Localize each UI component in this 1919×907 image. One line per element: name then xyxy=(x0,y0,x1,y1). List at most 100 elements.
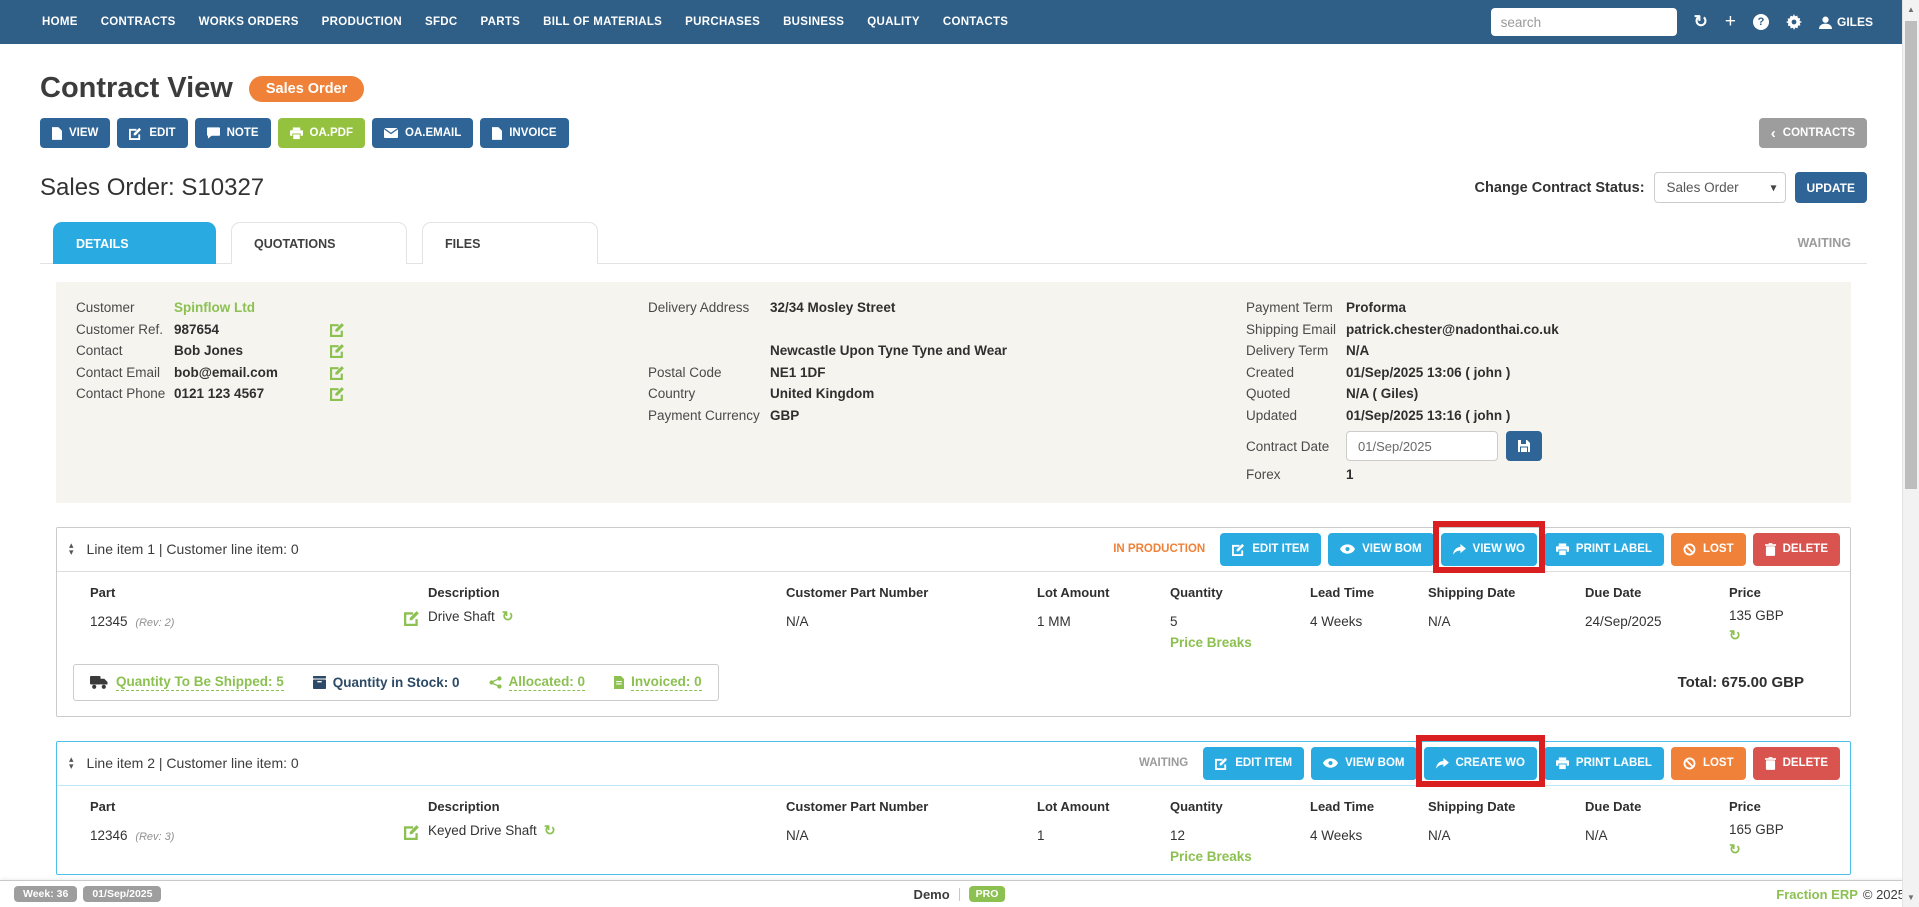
footer-divider xyxy=(959,888,960,901)
view-bom-button[interactable]: VIEW BOM xyxy=(1328,533,1433,566)
delete-button[interactable]: DELETE xyxy=(1753,747,1840,780)
help-icon[interactable]: ? xyxy=(1753,14,1769,30)
settings-gear-icon[interactable] xyxy=(1786,14,1802,30)
col-header-lead-time: Lead Time xyxy=(1310,585,1428,600)
save-contract-date-button[interactable] xyxy=(1506,431,1542,461)
order-details-panel: Customer Spinflow Ltd Customer Ref. 9876… xyxy=(56,282,1851,503)
sync-description-icon[interactable]: ↻ xyxy=(502,608,514,625)
col-header-quantity: Quantity xyxy=(1170,799,1310,814)
scrollbar-thumb[interactable] xyxy=(1905,21,1917,489)
shipping-date-value: N/A xyxy=(1428,614,1585,629)
nav-contracts[interactable]: CONTRACTS xyxy=(101,16,176,28)
edit-part-icon[interactable] xyxy=(404,824,428,840)
price-breaks-link[interactable]: Price Breaks xyxy=(1170,635,1252,650)
nav-works-orders[interactable]: WORKS ORDERS xyxy=(199,16,299,28)
edit-button[interactable]: EDIT xyxy=(117,118,187,148)
contact-phone-value: 0121 123 4567 xyxy=(174,386,326,401)
scroll-down-arrow-icon[interactable]: ▼ xyxy=(1903,893,1919,902)
create-wo-button[interactable]: CREATE WO xyxy=(1424,747,1537,780)
allocated-share-icon xyxy=(489,676,502,689)
order-heading: Sales Order: S10327 xyxy=(40,174,264,202)
quoted-label: Quoted xyxy=(1246,386,1346,401)
contract-status-select[interactable]: Sales Order xyxy=(1654,172,1786,203)
sync-description-icon[interactable]: ↻ xyxy=(544,822,556,839)
oa-pdf-button[interactable]: OA.PDF xyxy=(278,118,365,148)
nav-purchases[interactable]: PURCHASES xyxy=(685,16,760,28)
navbar-right: ↻ + ? GILES xyxy=(1491,8,1873,36)
update-status-button[interactable]: UPDATE xyxy=(1795,172,1867,203)
contract-toolbar: VIEW EDIT NOTE OA.PDF OA.EMAIL INVOICE ‹… xyxy=(40,118,1867,148)
chat-bubble-icon xyxy=(207,127,220,139)
country-value: United Kingdom xyxy=(770,386,874,401)
contract-date-input[interactable] xyxy=(1346,431,1498,461)
sync-price-icon[interactable]: ↻ xyxy=(1729,841,1838,858)
nav-contacts[interactable]: CONTACTS xyxy=(943,16,1008,28)
nav-sfdc[interactable]: SFDC xyxy=(425,16,458,28)
nav-quality[interactable]: QUALITY xyxy=(867,16,920,28)
contact-email-label: Contact Email xyxy=(76,365,174,380)
change-contract-status: Change Contract Status: Sales Order ▾ UP… xyxy=(1475,172,1867,203)
edit-contact-phone-icon[interactable] xyxy=(330,386,345,401)
nav-bill-of-materials[interactable]: BILL OF MATERIALS xyxy=(543,16,662,28)
part-number: 12346 (Rev: 3) xyxy=(90,828,400,843)
user-name: GILES xyxy=(1837,15,1873,29)
allocated-link[interactable]: Allocated: 0 xyxy=(509,674,586,691)
invoice-file-icon xyxy=(614,676,624,689)
nav-home[interactable]: HOME xyxy=(42,16,78,28)
back-to-contracts-button[interactable]: ‹ CONTRACTS xyxy=(1759,118,1867,148)
tab-quotations[interactable]: QUOTATIONS xyxy=(231,222,407,264)
add-icon[interactable]: + xyxy=(1725,11,1736,33)
edit-contact-icon[interactable] xyxy=(330,343,345,358)
postal-code-label: Postal Code xyxy=(648,365,770,380)
date-badge: 01/Sep/2025 xyxy=(83,886,161,902)
oa-email-button[interactable]: OA.EMAIL xyxy=(372,118,473,148)
print-label-button[interactable]: PRINT LABEL xyxy=(1544,747,1664,780)
print-label-button[interactable]: PRINT LABEL xyxy=(1544,533,1664,566)
drag-sort-handle-icon[interactable]: ▴ ▾ xyxy=(69,756,74,770)
refresh-icon[interactable]: ↻ xyxy=(1694,12,1708,32)
nav-business[interactable]: BUSINESS xyxy=(783,16,844,28)
drag-sort-handle-icon[interactable]: ▴ ▾ xyxy=(69,542,74,556)
delete-button[interactable]: DELETE xyxy=(1753,533,1840,566)
view-bom-button[interactable]: VIEW BOM xyxy=(1311,747,1416,780)
postal-code-value: NE1 1DF xyxy=(770,365,826,380)
brand-name: Fraction ERP xyxy=(1776,887,1858,902)
top-navbar: HOME CONTRACTS WORKS ORDERS PRODUCTION S… xyxy=(0,0,1919,44)
customer-link[interactable]: Spinflow Ltd xyxy=(174,300,326,315)
file-icon xyxy=(492,127,502,140)
page-scrollbar: ▲ ▼ xyxy=(1902,0,1919,907)
edit-item-button[interactable]: EDIT ITEM xyxy=(1220,533,1321,566)
sync-price-icon[interactable]: ↻ xyxy=(1729,627,1838,644)
view-button[interactable]: VIEW xyxy=(40,118,110,148)
user-menu[interactable]: GILES xyxy=(1819,15,1873,29)
payment-currency-label: Payment Currency xyxy=(648,408,770,423)
col-header-lot-amount: Lot Amount xyxy=(1037,585,1170,600)
edit-item-button[interactable]: EDIT ITEM xyxy=(1203,747,1304,780)
note-button[interactable]: NOTE xyxy=(195,118,271,148)
edit-contact-email-icon[interactable] xyxy=(330,365,345,380)
view-wo-button[interactable]: VIEW WO xyxy=(1441,533,1537,566)
col-header-due-date: Due Date xyxy=(1585,585,1729,600)
user-icon xyxy=(1819,16,1832,29)
scroll-up-arrow-icon[interactable]: ▲ xyxy=(1903,5,1919,14)
delivery-details: Delivery Address 32/34 Mosley Street New… xyxy=(648,297,1246,486)
edit-customer-ref-icon[interactable] xyxy=(330,322,345,337)
col-header-shipping-date: Shipping Date xyxy=(1428,799,1585,814)
edit-part-icon[interactable] xyxy=(404,610,428,626)
quantity-to-be-shipped-link[interactable]: Quantity To Be Shipped: 5 xyxy=(116,674,284,691)
nav-production[interactable]: PRODUCTION xyxy=(322,16,402,28)
price-breaks-link[interactable]: Price Breaks xyxy=(1170,849,1252,864)
invoice-button[interactable]: INVOICE xyxy=(480,118,568,148)
invoiced-link[interactable]: Invoiced: 0 xyxy=(631,674,702,691)
tab-details[interactable]: DETAILS xyxy=(53,222,216,264)
lost-button[interactable]: LOST xyxy=(1671,747,1746,780)
nav-parts[interactable]: PARTS xyxy=(481,16,521,28)
contract-date-label: Contract Date xyxy=(1246,439,1346,454)
lost-button[interactable]: LOST xyxy=(1671,533,1746,566)
search-input[interactable] xyxy=(1491,8,1677,36)
created-value: 01/Sep/2025 13:06 ( john ) xyxy=(1346,365,1510,380)
line-item-status: IN PRODUCTION xyxy=(1113,543,1205,555)
tab-files[interactable]: FILES xyxy=(422,222,598,264)
country-label: Country xyxy=(648,386,770,401)
line-item-title: Line item 2 | Customer line item: 0 xyxy=(87,755,299,771)
